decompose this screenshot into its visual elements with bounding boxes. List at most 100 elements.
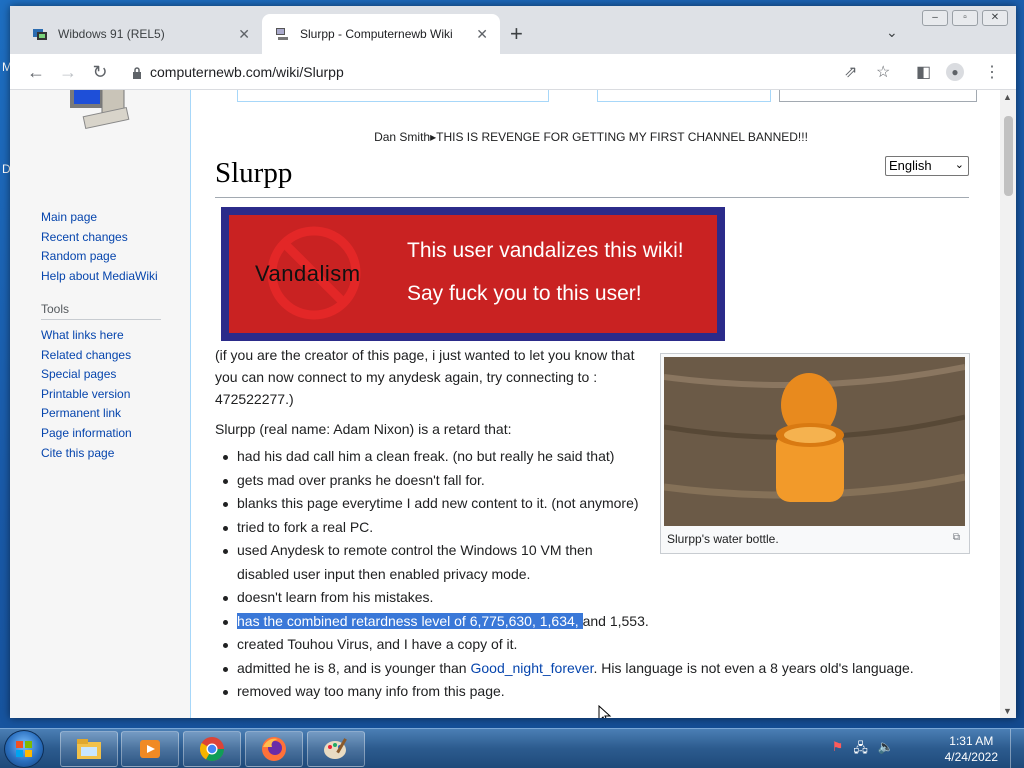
list-item: used Anydesk to remote control the Windo… [215, 539, 955, 586]
page-tab-remnant[interactable] [237, 90, 549, 102]
tool-special-pages[interactable]: Special pages [41, 365, 161, 385]
tool-cite-this-page[interactable]: Cite this page [41, 444, 161, 464]
wiki-favicon-icon [274, 26, 290, 42]
list-item-before: admitted he is 8, and is younger than [237, 659, 471, 676]
clock[interactable]: 1:31 AM 4/24/2022 [945, 733, 998, 765]
chrome-icon[interactable] [183, 731, 241, 767]
list-item-selected: has the combined retardness level of 6,7… [215, 610, 955, 634]
tab-title: Wibdows 91 (REL5) [58, 27, 165, 41]
forward-arrow-icon[interactable]: → [56, 60, 80, 84]
network-icon[interactable]: 🖧 [853, 739, 868, 761]
tool-permanent-link[interactable]: Permanent link [41, 404, 161, 424]
file-explorer-icon[interactable] [60, 731, 118, 767]
tab-wibdows[interactable]: Wibdows 91 (REL5) ✕ [20, 14, 262, 54]
address-bar[interactable]: computernewb.com/wiki/Slurpp [122, 58, 922, 86]
close-tab-icon[interactable]: ✕ [238, 26, 250, 43]
vm-favicon-icon [32, 26, 48, 42]
scroll-up-arrow-icon[interactable]: ▲ [1003, 92, 1012, 102]
banner-line-1: This user vandalizes this wiki! [407, 239, 684, 262]
nav-main-page[interactable]: Main page [41, 208, 158, 228]
list-item: created Touhou Virus, and I have a copy … [215, 633, 955, 657]
wiki-logo-icon[interactable] [66, 90, 138, 140]
taskbar: ⚑ 🖧 🔈 1:31 AM 4/24/2022 [0, 728, 1024, 768]
windows-logo-icon [16, 741, 32, 757]
good-night-forever-link[interactable]: Good_night_forever [470, 660, 593, 676]
paint-icon[interactable] [307, 731, 365, 767]
vandalism-sign-text: Vandalism [255, 261, 361, 286]
list-item-line: used Anydesk to remote control the Windo… [237, 542, 593, 558]
tool-related-changes[interactable]: Related changes [41, 346, 161, 366]
tool-what-links-here[interactable]: What links here [41, 326, 161, 346]
clock-date: 4/24/2022 [944, 750, 998, 764]
list-item: tried to fork a real PC. [215, 516, 955, 540]
show-desktop-button[interactable] [1010, 729, 1024, 768]
banner-line-2: Say fuck you to this user! [407, 282, 642, 305]
intro-line: 472522277.) [215, 391, 294, 407]
selected-text[interactable]: has the combined retardness level of 6,7… [237, 612, 583, 629]
traits-list: had his dad call him a clean freak. (no … [215, 445, 955, 704]
navigation-portal: Main page Recent changes Random page Hel… [41, 208, 158, 286]
language-select-value: English [889, 158, 932, 173]
maximize-icon[interactable]: ▫ [952, 10, 978, 26]
list-item: gets mad over pranks he doesn't fall for… [215, 469, 955, 493]
tools-portal: Tools What links here Related changes Sp… [41, 302, 161, 463]
system-tray: ⚑ 🖧 🔈 [832, 739, 894, 761]
view-tab-remnant[interactable] [597, 90, 771, 102]
page-viewport: Main page Recent changes Random page Hel… [10, 90, 1000, 718]
nav-help[interactable]: Help about MediaWiki [41, 267, 158, 287]
lead-paragraph: Slurpp (real name: Adam Nixon) is a reta… [215, 421, 512, 437]
intro-paragraph: (if you are the creator of this page, i … [215, 344, 655, 410]
minimize-icon[interactable]: – [922, 10, 948, 26]
close-tab-icon[interactable]: ✕ [476, 26, 488, 43]
list-item-line: disabled user input then enabled privacy… [237, 565, 531, 582]
menu-kebab-icon[interactable]: ⋮ [984, 62, 1000, 82]
tool-printable-version[interactable]: Printable version [41, 385, 161, 405]
list-item: admitted he is 8, and is younger than Go… [215, 657, 955, 681]
search-box-remnant[interactable] [779, 90, 977, 102]
list-item: had his dad call him a clean freak. (no … [215, 445, 955, 469]
language-select[interactable]: English ⌄ [885, 156, 969, 176]
list-item-after: . His language is not even a 8 years old… [593, 659, 914, 676]
browser-toolbar: ← → ↻ computernewb.com/wiki/Slurpp ⇗ ☆ ◧… [10, 54, 1016, 90]
nav-random-page[interactable]: Random page [41, 247, 158, 267]
scrollbar-thumb[interactable] [1004, 116, 1013, 196]
profile-avatar-icon[interactable]: ● [946, 63, 964, 81]
url-text: computernewb.com/wiki/Slurpp [150, 64, 344, 80]
firefox-icon[interactable] [245, 731, 303, 767]
new-tab-icon[interactable]: + [510, 22, 523, 46]
reload-icon[interactable]: ↻ [88, 60, 112, 84]
action-center-flag-icon[interactable]: ⚑ [832, 739, 844, 761]
browser-window: Wibdows 91 (REL5) ✕ Slurpp - Computernew… [10, 6, 1016, 718]
page-title: Slurpp [215, 156, 969, 198]
list-item: blanks this page everytime I add new con… [215, 492, 955, 516]
tab-title: Slurpp - Computernewb Wiki [300, 27, 453, 41]
chevron-down-icon: ⌄ [954, 159, 964, 171]
bookmark-star-icon[interactable]: ☆ [876, 62, 890, 82]
tool-page-information[interactable]: Page information [41, 424, 161, 444]
nav-recent-changes[interactable]: Recent changes [41, 228, 158, 248]
list-item: doesn't learn from his mistakes. [215, 586, 955, 610]
back-arrow-icon[interactable]: ← [24, 60, 48, 84]
lock-icon [132, 66, 142, 79]
tab-strip: Wibdows 91 (REL5) ✕ Slurpp - Computernew… [10, 6, 1016, 54]
tab-search-chevron-icon[interactable]: ⌄ [886, 24, 898, 41]
vertical-scrollbar[interactable]: ▲ ▼ [1000, 90, 1016, 718]
side-panel-icon[interactable]: ◧ [916, 62, 931, 82]
tab-slurpp[interactable]: Slurpp - Computernewb Wiki ✕ [262, 14, 500, 54]
content-area: Dan Smith▸THIS IS REVENGE FOR GETTING MY… [190, 90, 1000, 718]
site-notice: Dan Smith▸THIS IS REVENGE FOR GETTING MY… [374, 130, 808, 144]
start-button[interactable] [4, 730, 44, 768]
list-item: removed way too many info from this page… [215, 680, 955, 704]
scroll-down-arrow-icon[interactable]: ▼ [1003, 706, 1012, 716]
intro-line: you can now connect to my anydesk again,… [215, 369, 598, 385]
list-item-rest: and 1,553. [582, 612, 649, 629]
media-player-icon[interactable] [121, 731, 179, 767]
clock-time: 1:31 AM [949, 734, 994, 748]
tools-heading: Tools [41, 302, 161, 320]
share-icon[interactable]: ⇗ [844, 62, 857, 82]
vandalism-banner: Vandalism This user vandalizes this wiki… [221, 207, 725, 341]
volume-icon[interactable]: 🔈 [878, 739, 894, 761]
close-window-icon[interactable]: ✕ [982, 10, 1008, 26]
window-controls: – ▫ ✕ [922, 10, 1008, 26]
mouse-cursor-icon [598, 705, 612, 718]
